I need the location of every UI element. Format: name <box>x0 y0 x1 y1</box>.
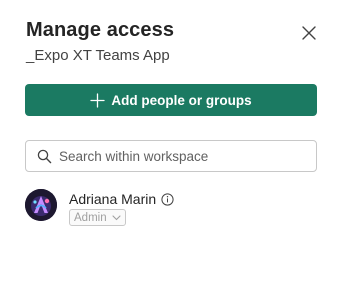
manage-access-panel: Manage access _Expo XT Teams App Add peo… <box>0 0 339 288</box>
info-icon[interactable] <box>161 193 174 206</box>
plus-icon <box>90 92 106 108</box>
panel-title: Manage access <box>26 19 175 41</box>
chevron-down-icon <box>112 214 121 221</box>
member-name: Adriana Marin <box>69 191 157 207</box>
workspace-name: _Expo XT Teams App <box>26 47 170 64</box>
add-people-button[interactable]: Add people or groups <box>25 84 317 116</box>
role-dropdown[interactable]: Admin <box>69 209 126 226</box>
close-icon <box>302 26 316 40</box>
member-row: Adriana Marin Admin <box>25 189 315 229</box>
close-button[interactable] <box>298 22 320 44</box>
add-people-label: Add people or groups <box>111 92 252 108</box>
avatar <box>25 189 57 221</box>
role-label: Admin <box>74 211 107 224</box>
search-icon <box>37 149 52 164</box>
search-field[interactable] <box>25 140 317 172</box>
search-input[interactable] <box>59 148 299 164</box>
